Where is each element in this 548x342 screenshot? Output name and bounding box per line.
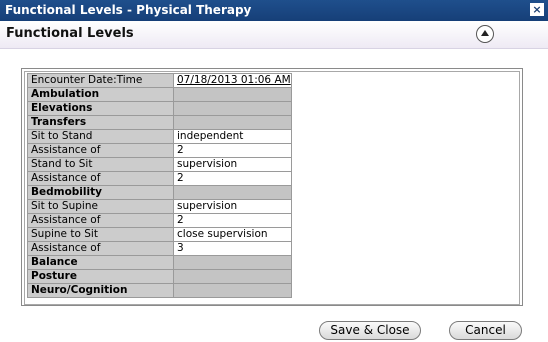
row-value	[173, 87, 292, 102]
row-label: Balance	[27, 255, 174, 270]
functional-levels-panel: Encounter Date:Time 07/18/2013 01:06 AM Am…	[21, 68, 523, 306]
row-label: Neuro/Cognition	[27, 283, 174, 298]
row-value: 2	[173, 143, 292, 158]
row-label: Ambulation	[27, 87, 174, 102]
table-row: Assistance of 2	[27, 143, 292, 158]
row-value	[173, 101, 292, 116]
row-label: Posture	[27, 269, 174, 284]
row-value	[173, 283, 292, 298]
row-label: Assistance of	[27, 143, 174, 158]
table-row: Sit to Stand independent	[27, 129, 292, 144]
table-row: Neuro/Cognition	[27, 283, 292, 298]
table-row: Transfers	[27, 115, 292, 130]
row-value: close supervision	[173, 227, 292, 242]
row-value: 07/18/2013 01:06 AM	[173, 73, 292, 88]
row-value: supervision	[173, 157, 292, 172]
row-label: Transfers	[27, 115, 174, 130]
row-value	[173, 255, 292, 270]
row-value: independent	[173, 129, 292, 144]
table-row: Balance	[27, 255, 292, 270]
table-row: Assistance of 2	[27, 171, 292, 186]
row-label: Encounter Date:Time	[27, 73, 174, 88]
cancel-button[interactable]: Cancel	[449, 321, 522, 340]
section-header: Functional Levels	[0, 21, 548, 49]
functional-levels-table: Encounter Date:Time 07/18/2013 01:06 AM Am…	[27, 73, 292, 298]
row-label: Elevations	[27, 101, 174, 116]
row-label: Supine to Sit	[27, 227, 174, 242]
panel-inner: Encounter Date:Time 07/18/2013 01:06 AM Am…	[24, 71, 520, 305]
row-label: Assistance of	[27, 241, 174, 256]
section-title: Functional Levels	[6, 26, 134, 41]
table-row: Sit to Supine supervision	[27, 199, 292, 214]
row-label: Bedmobility	[27, 185, 174, 200]
row-value: 2	[173, 213, 292, 228]
table-row: Elevations	[27, 101, 292, 116]
table-row: Stand to Sit supervision	[27, 157, 292, 172]
row-label: Sit to Stand	[27, 129, 174, 144]
row-value	[173, 269, 292, 284]
table-row: Assistance of 2	[27, 213, 292, 228]
table-row: Bedmobility	[27, 185, 292, 200]
row-label: Assistance of	[27, 213, 174, 228]
row-value: supervision	[173, 199, 292, 214]
table-row: Ambulation	[27, 87, 292, 102]
save-close-button[interactable]: Save & Close	[319, 321, 421, 340]
row-value	[173, 115, 292, 130]
row-label: Assistance of	[27, 171, 174, 186]
row-value: 3	[173, 241, 292, 256]
window-title: Functional Levels - Physical Therapy	[5, 3, 252, 17]
row-label: Sit to Supine	[27, 199, 174, 214]
row-value	[173, 185, 292, 200]
close-icon[interactable]: ×	[530, 3, 544, 16]
table-row: Posture	[27, 269, 292, 284]
table-row: Supine to Sit close supervision	[27, 227, 292, 242]
collapse-up-icon[interactable]	[476, 25, 494, 43]
table-row: Assistance of 3	[27, 241, 292, 256]
table-row: Encounter Date:Time 07/18/2013 01:06 AM	[27, 73, 292, 88]
row-value: 2	[173, 171, 292, 186]
title-bar: Functional Levels - Physical Therapy ×	[0, 0, 548, 21]
row-label: Stand to Sit	[27, 157, 174, 172]
